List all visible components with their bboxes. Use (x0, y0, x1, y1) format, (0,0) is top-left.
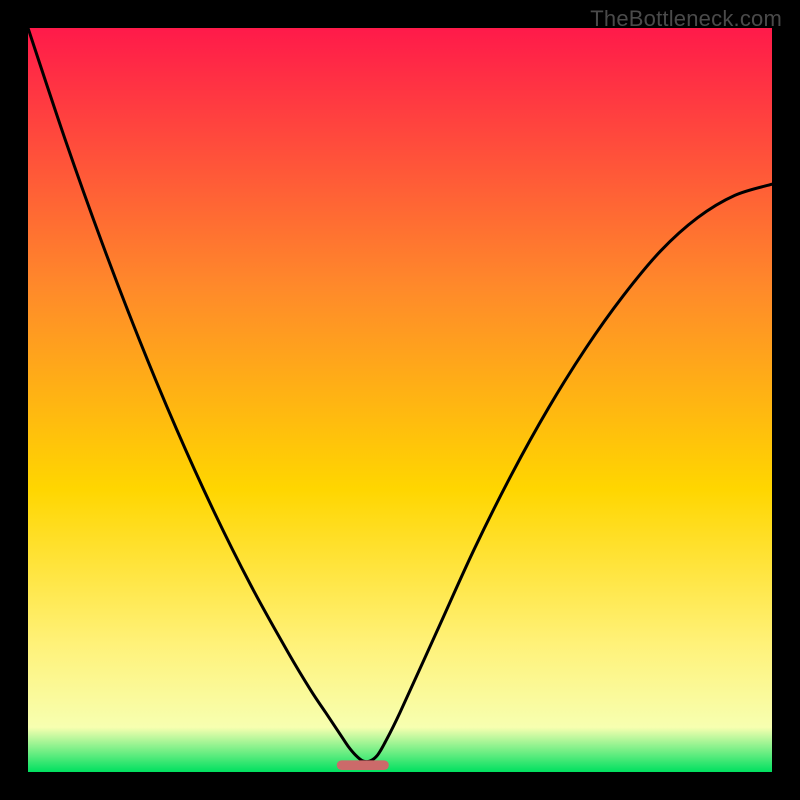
chart-svg (28, 28, 772, 772)
gradient-background (28, 28, 772, 772)
min-marker (337, 760, 389, 770)
chart-frame: TheBottleneck.com (0, 0, 800, 800)
chart-plot-area (28, 28, 772, 772)
